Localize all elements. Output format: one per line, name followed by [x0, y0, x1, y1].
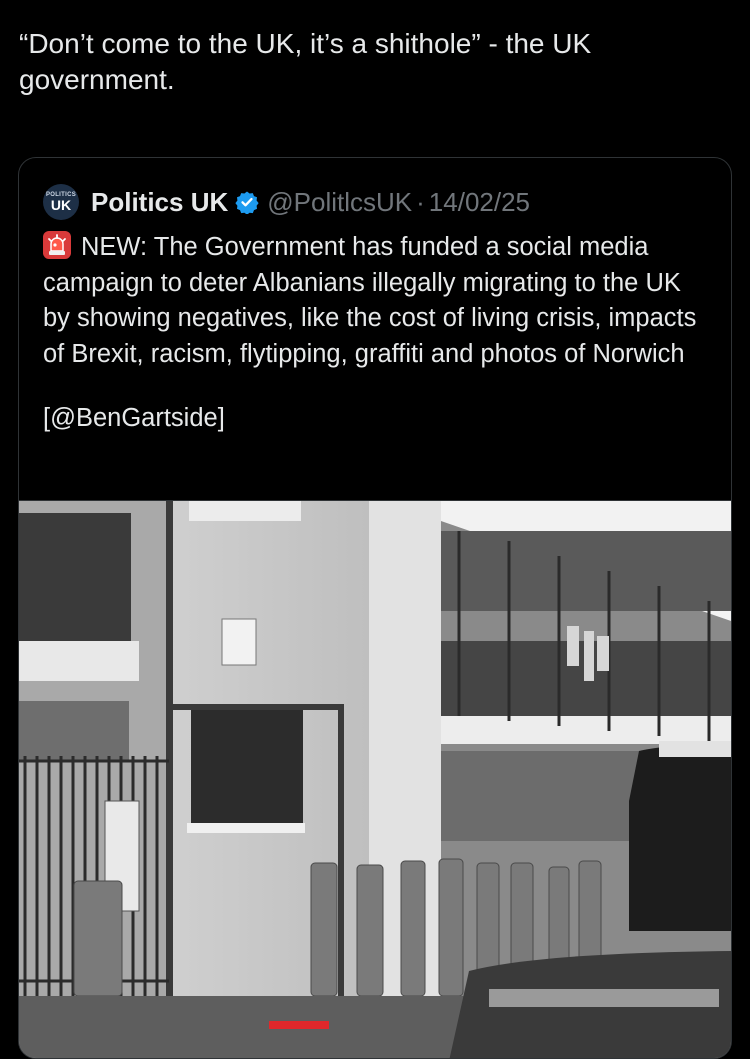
- quoted-tweet-body: NEW: The Government has funded a social …: [43, 230, 713, 436]
- post-date[interactable]: 14/02/25: [429, 187, 530, 218]
- credit-text: [@BenGartside]: [43, 403, 225, 432]
- quoted-tweet-header: POLITICS UK Politics UK @PolitlcsUK · 14…: [43, 184, 530, 220]
- photo-illustration: [19, 501, 731, 1058]
- display-name[interactable]: Politics UK: [91, 187, 228, 218]
- avatar[interactable]: POLITICS UK: [43, 184, 79, 220]
- housing-estate-photo[interactable]: [19, 500, 731, 1058]
- quoted-tweet-card[interactable]: POLITICS UK Politics UK @PolitlcsUK · 14…: [18, 157, 732, 1059]
- tweet-text: “Don’t come to the UK, it’s a shithole” …: [19, 28, 592, 96]
- separator-dot: ·: [416, 186, 425, 217]
- quoted-tweet-text: NEW: The Government has funded a social …: [43, 233, 697, 369]
- avatar-text-bottom: UK: [50, 197, 72, 213]
- handle[interactable]: @PolitlcsUK: [267, 187, 412, 218]
- siren-icon: [43, 231, 71, 259]
- verified-badge-icon: [235, 190, 259, 214]
